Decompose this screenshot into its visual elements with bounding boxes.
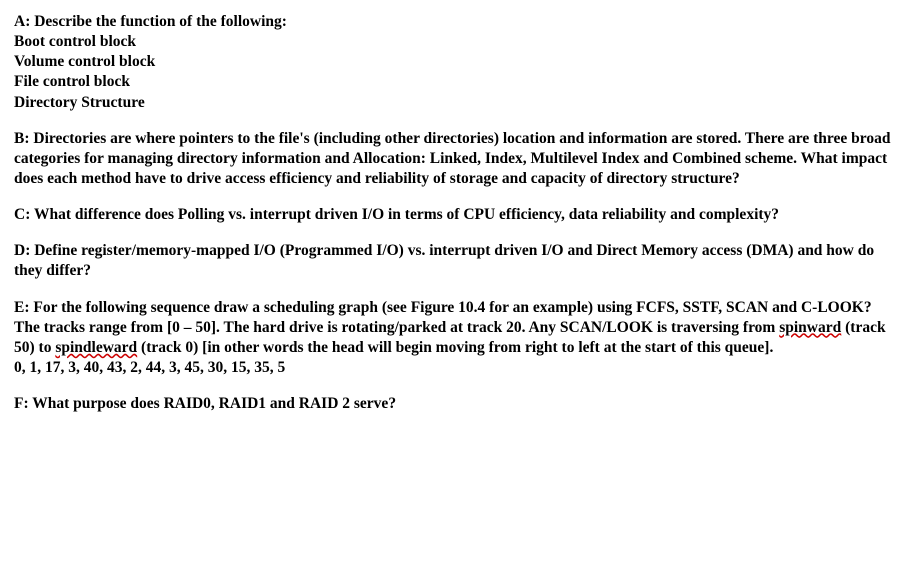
section-f: F: What purpose does RAID0, RAID1 and RA… — [14, 394, 898, 414]
section-a-item-1: Volume control block — [14, 52, 898, 72]
section-e-part3: (track 0) [in other words the head will … — [137, 339, 773, 356]
section-b: B: Directories are where pointers to the… — [14, 129, 898, 189]
section-a-item-3: Directory Structure — [14, 93, 898, 113]
section-d-text: D: Define register/memory-mapped I/O (Pr… — [14, 242, 874, 279]
section-e-wavy2: spindleward — [55, 339, 137, 356]
section-a-item-2: File control block — [14, 72, 898, 92]
section-b-text: B: Directories are where pointers to the… — [14, 130, 891, 187]
section-d: D: Define register/memory-mapped I/O (Pr… — [14, 241, 898, 281]
section-e-sequence: 0, 1, 17, 3, 40, 43, 2, 44, 3, 45, 30, 1… — [14, 358, 898, 378]
section-a-item-0: Boot control block — [14, 32, 898, 52]
section-e-wavy1: spinward — [779, 319, 841, 336]
section-f-text: F: What purpose does RAID0, RAID1 and RA… — [14, 395, 396, 412]
section-e-part1: E: For the following sequence draw a sch… — [14, 299, 872, 336]
section-e: E: For the following sequence draw a sch… — [14, 298, 898, 379]
section-c: C: What difference does Polling vs. inte… — [14, 205, 898, 225]
section-c-text: C: What difference does Polling vs. inte… — [14, 206, 779, 223]
section-a: A: Describe the function of the followin… — [14, 12, 898, 113]
section-a-prompt: A: Describe the function of the followin… — [14, 12, 898, 32]
